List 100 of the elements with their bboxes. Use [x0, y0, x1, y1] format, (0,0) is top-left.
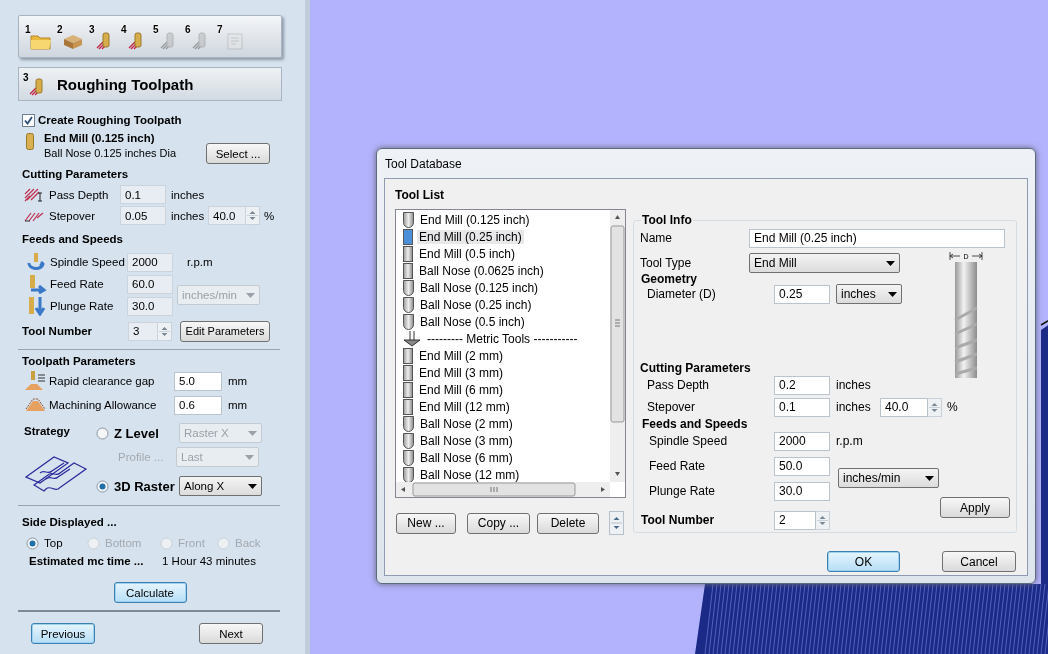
step-button[interactable]: 3	[89, 23, 118, 50]
list-item[interactable]: Ball Nose (0.5 inch)	[396, 313, 610, 330]
input-field[interactable]: 30.0	[774, 481, 830, 501]
new-button[interactable]: New ...	[396, 512, 456, 534]
next-button[interactable]: Next	[199, 623, 263, 644]
ball-nose-icon	[403, 296, 414, 313]
list-item[interactable]: Ball Nose (0.0625 inch)	[396, 262, 610, 279]
field-label: Tool Number	[640, 513, 716, 527]
ok-button[interactable]: OK	[827, 551, 900, 572]
spin-buttons[interactable]	[609, 511, 624, 535]
field-label: Spindle Speed	[648, 434, 729, 448]
section-title: Side Displayed ...	[22, 516, 117, 528]
unit-label: inches	[171, 188, 205, 201]
dropdown[interactable]: Along X	[179, 476, 262, 496]
radio-button[interactable]	[96, 426, 109, 440]
unit-label: inches	[836, 400, 872, 414]
dialog-title: Tool Database	[385, 156, 462, 171]
step-button[interactable]: 1	[25, 23, 54, 50]
section-title: Strategy	[24, 425, 72, 437]
ball-nose-icon	[403, 415, 414, 432]
rotation-arrow-icon	[27, 252, 45, 272]
checkbox-label: Create Roughing Toolpath	[38, 114, 182, 126]
list-item[interactable]: --------- Metric Tools -----------	[396, 330, 610, 347]
field-label: Pass Depth	[646, 378, 711, 392]
input-field[interactable]: 0.6	[174, 395, 222, 415]
input-field[interactable]: 0.2	[774, 375, 830, 395]
unit-label: mm	[228, 399, 248, 411]
ball-nose-icon	[403, 449, 414, 466]
caret-icon	[886, 260, 895, 266]
dropdown[interactable]: inches/min	[838, 468, 939, 488]
select-button[interactable]: Select ...	[206, 143, 270, 164]
list-item[interactable]: Ball Nose (0.25 inch)	[396, 296, 610, 313]
field-label: Diameter (D)	[646, 287, 717, 301]
list-item[interactable]: Ball Nose (12 mm)	[396, 466, 610, 482]
field-label: Tool Number	[22, 325, 94, 337]
input-field[interactable]: 2	[774, 510, 816, 530]
list-item[interactable]: Ball Nose (0.125 inch)	[396, 279, 610, 296]
ball-nose-icon	[403, 211, 414, 228]
list-item[interactable]: Ball Nose (6 mm)	[396, 449, 610, 466]
unit-label: mm	[228, 375, 248, 387]
input-field[interactable]: 2000	[774, 431, 830, 451]
vertical-scrollbar[interactable]	[610, 210, 625, 482]
list-item[interactable]: End Mill (0.5 inch)	[396, 245, 610, 262]
checkbox[interactable]	[22, 113, 35, 127]
list-item[interactable]: End Mill (2 mm)	[396, 347, 610, 364]
step-button[interactable]: 2	[57, 23, 86, 50]
section-title: Roughing Toolpath	[57, 75, 194, 93]
delete-button[interactable]: Delete	[537, 512, 599, 534]
list-item[interactable]: End Mill (0.25 inch)	[396, 228, 610, 245]
dropdown[interactable]: End Mill	[749, 253, 900, 273]
input-field[interactable]: 5.0	[174, 371, 222, 391]
input-field[interactable]: 40.0	[880, 397, 928, 417]
dropdown[interactable]: inches	[836, 284, 902, 304]
list-item[interactable]: End Mill (0.125 inch)	[396, 211, 610, 228]
caret-icon	[248, 483, 257, 489]
input-field[interactable]: 50.0	[774, 456, 830, 476]
field-label: Estimated mc time ...	[29, 555, 145, 567]
spin-buttons[interactable]	[158, 321, 172, 341]
feed-arrow-icon	[27, 274, 47, 294]
tool-name: End Mill (0.125 inch)	[44, 132, 156, 144]
field-label: Stepover	[49, 209, 97, 222]
time-value: 1 Hour 43 minutes	[162, 555, 256, 567]
spin-buttons[interactable]	[816, 510, 830, 530]
caret-icon	[245, 454, 254, 460]
list-item[interactable]: End Mill (12 mm)	[396, 398, 610, 415]
list-item[interactable]: End Mill (6 mm)	[396, 381, 610, 398]
section-title: Cutting Parameters	[22, 168, 129, 180]
calculate-button[interactable]: Calculate	[113, 582, 187, 603]
spin-buttons[interactable]	[928, 397, 942, 417]
horizontal-scrollbar[interactable]	[396, 482, 610, 497]
previous-button[interactable]: Previous	[31, 623, 95, 644]
input-field[interactable]: 0.1	[774, 397, 830, 417]
field-label: Stepover	[646, 400, 697, 414]
radio-label: Z Level	[114, 425, 160, 441]
caret-icon	[248, 430, 257, 436]
list-item[interactable]: Ball Nose (3 mm)	[396, 432, 610, 449]
plunge-arrow-icon	[27, 296, 47, 316]
group-title: Tool Info	[641, 213, 693, 227]
ball-nose-icon	[403, 279, 414, 296]
end-mill-icon	[403, 245, 413, 262]
step-button[interactable]: 6	[185, 23, 214, 50]
step-button[interactable]: 4	[121, 23, 150, 50]
list-item[interactable]: Ball Nose (2 mm)	[396, 415, 610, 432]
radio-label: Bottom	[105, 537, 142, 549]
radio-button[interactable]	[96, 479, 109, 493]
list-item[interactable]: End Mill (3 mm)	[396, 364, 610, 381]
unit-label: inches	[171, 209, 206, 222]
field-label: Pass Depth	[49, 188, 110, 201]
caret-icon	[888, 291, 897, 297]
section-title: Geometry	[640, 273, 699, 285]
apply-button[interactable]: Apply	[940, 497, 1010, 518]
copy-button[interactable]: Copy ...	[467, 512, 530, 534]
step-button[interactable]: 7	[217, 23, 246, 50]
spin-buttons[interactable]	[246, 206, 260, 225]
step-button[interactable]: 5	[153, 23, 182, 50]
input-field[interactable]: End Mill (0.25 inch)	[749, 228, 1005, 248]
radio-button[interactable]	[26, 536, 39, 550]
cancel-button[interactable]: Cancel	[942, 551, 1016, 572]
field-label: Plunge Rate	[648, 484, 717, 498]
input-field[interactable]: 0.25	[774, 284, 830, 304]
